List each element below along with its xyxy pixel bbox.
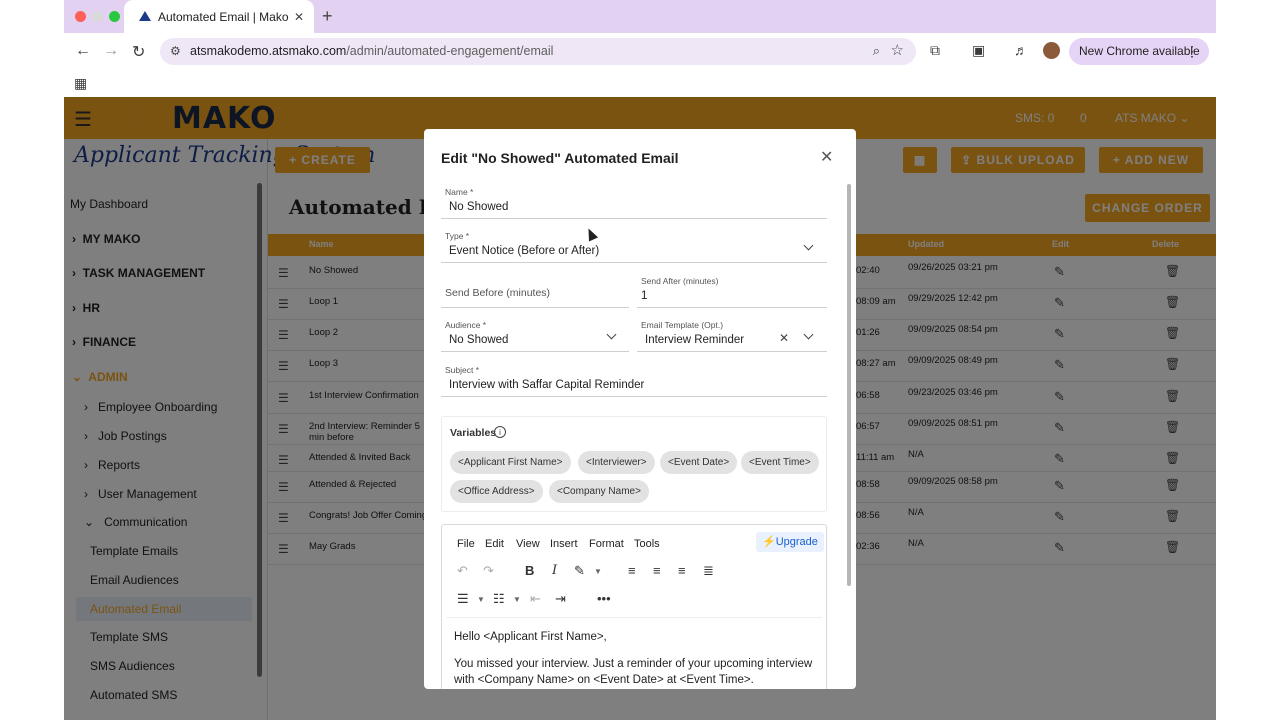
edit-automated-email-dialog: Edit "No Showed" Automated Email ✕ Name …: [424, 129, 856, 689]
new-tab-button[interactable]: +: [322, 6, 333, 27]
variable-chip[interactable]: <Event Date>: [660, 451, 738, 474]
chrome-menu-icon[interactable]: ⋮: [1185, 38, 1199, 65]
send-after-value: 1: [641, 290, 648, 302]
audience-value: No Showed: [449, 334, 509, 346]
media-control-icon[interactable]: ♬: [1014, 42, 1028, 58]
mako-favicon-icon: [139, 11, 151, 21]
tab-title: Automated Email | Mako: [158, 10, 289, 24]
variables-title: Variables: [450, 427, 497, 439]
bookmark-star-icon[interactable]: ☆: [891, 41, 904, 59]
variable-chip[interactable]: <Event Time>: [741, 451, 819, 474]
chevron-down-icon[interactable]: ▼: [594, 567, 602, 576]
align-justify-icon[interactable]: ≣: [703, 563, 714, 579]
outdent-icon[interactable]: ⇤: [530, 591, 541, 607]
bullet-list-icon[interactable]: ☰: [457, 591, 469, 607]
address-bar[interactable]: ⚙ atsmakodemo.atsmako.com/admin/automate…: [160, 38, 916, 65]
email-template-label: Email Template (Opt.): [641, 320, 724, 330]
extensions-puzzle-icon[interactable]: ⧉: [930, 42, 940, 59]
more-options-icon[interactable]: •••: [597, 591, 611, 606]
name-field[interactable]: Name * No Showed: [441, 187, 827, 219]
tab-strip: Automated Email | Mako ✕ +: [64, 0, 1216, 33]
audience-select[interactable]: Audience * No Showed: [441, 320, 629, 352]
variable-chip[interactable]: <Interviewer>: [578, 451, 655, 474]
chevron-down-icon[interactable]: [606, 329, 617, 340]
editor-content[interactable]: Hello <Applicant First Name>, You missed…: [454, 629, 816, 689]
type-select[interactable]: Type * Event Notice (Before or After): [441, 231, 827, 263]
editor-menu-tools[interactable]: Tools: [634, 538, 660, 550]
clear-icon[interactable]: ✕: [779, 331, 789, 345]
email-body-text: You missed your interview. Just a remind…: [454, 658, 813, 686]
zoom-icon[interactable]: ⌕: [873, 43, 880, 59]
chevron-down-icon[interactable]: [803, 240, 814, 251]
editor-menu-view[interactable]: View: [516, 538, 540, 550]
tab-close-icon[interactable]: ✕: [294, 10, 304, 24]
editor-divider: [446, 617, 822, 618]
chevron-down-icon[interactable]: ▼: [477, 595, 485, 604]
bookmarks-bar: ▦: [64, 69, 1216, 97]
highlight-color-icon[interactable]: ✎: [574, 563, 585, 579]
chrome-update-button[interactable]: New Chrome available ⋮: [1069, 38, 1209, 65]
chrome-update-label: New Chrome available: [1079, 44, 1200, 58]
undo-icon[interactable]: ↶: [457, 563, 468, 579]
info-icon[interactable]: i: [494, 426, 506, 438]
rich-text-editor: File Edit View Insert Format Tools ⚡Upgr…: [441, 524, 827, 689]
email-template-value: Interview Reminder: [645, 334, 745, 346]
type-label: Type *: [445, 231, 470, 241]
browser-toolbar: ← → ↻ ⚙ atsmakodemo.atsmako.com/admin/au…: [64, 33, 1216, 69]
variable-chip[interactable]: <Office Address>: [450, 480, 543, 503]
apps-grid-icon[interactable]: ▦: [74, 75, 87, 92]
url-path: /admin/automated-engagement/email: [346, 44, 554, 58]
send-before-field[interactable]: Send Before (minutes): [441, 276, 629, 308]
editor-menu-insert[interactable]: Insert: [550, 538, 578, 550]
screen: Automated Email | Mako ✕ + ← → ↻ ⚙ atsma…: [0, 0, 1280, 720]
close-icon[interactable]: ✕: [820, 147, 833, 167]
indent-icon[interactable]: ⇥: [555, 591, 566, 607]
name-label: Name *: [445, 187, 474, 197]
subject-field[interactable]: Subject * Interview with Saffar Capital …: [441, 365, 827, 397]
email-greeting: Hello <Applicant First Name>,: [454, 631, 607, 643]
profile-avatar[interactable]: [1043, 42, 1060, 59]
url-host: atsmakodemo.atsmako.com: [190, 44, 347, 58]
search-tab-icon[interactable]: ▣: [972, 42, 985, 59]
back-arrow-icon[interactable]: ←: [75, 42, 91, 60]
email-template-select[interactable]: Email Template (Opt.) Interview Reminder…: [637, 320, 827, 352]
maximize-window-button[interactable]: [109, 11, 120, 22]
dialog-scrollbar[interactable]: [847, 184, 851, 586]
site-settings-icon[interactable]: ⚙: [170, 44, 181, 58]
variables-panel: Variables i <Applicant First Name> <Inte…: [441, 416, 827, 512]
subject-label: Subject *: [445, 365, 480, 375]
bold-icon[interactable]: B: [525, 563, 534, 578]
numbered-list-icon[interactable]: ☷: [493, 591, 505, 607]
align-left-icon[interactable]: ≡: [628, 563, 636, 578]
close-window-button[interactable]: [75, 11, 86, 22]
active-tab[interactable]: Automated Email | Mako ✕: [124, 0, 314, 33]
editor-menu-edit[interactable]: Edit: [485, 538, 504, 550]
chevron-down-icon[interactable]: [803, 329, 814, 340]
align-center-icon[interactable]: ≡: [653, 563, 661, 578]
send-after-field[interactable]: Send After (minutes) 1: [637, 276, 827, 308]
upgrade-button[interactable]: ⚡Upgrade: [756, 532, 824, 552]
redo-icon[interactable]: ↷: [483, 563, 494, 579]
chevron-down-icon[interactable]: ▼: [513, 595, 521, 604]
audience-label: Audience *: [445, 320, 487, 330]
name-value: No Showed: [449, 201, 509, 213]
dialog-title: Edit "No Showed" Automated Email: [441, 150, 679, 166]
send-after-label: Send After (minutes): [641, 276, 719, 286]
italic-icon[interactable]: I: [552, 563, 557, 578]
variable-chip[interactable]: <Applicant First Name>: [450, 451, 571, 474]
variable-chip[interactable]: <Company Name>: [549, 480, 649, 503]
editor-menu-file[interactable]: File: [457, 538, 475, 550]
subject-value: Interview with Saffar Capital Reminder: [449, 379, 645, 391]
minimize-window-button[interactable]: [92, 11, 103, 22]
send-before-placeholder: Send Before (minutes): [445, 287, 551, 299]
editor-menu-format[interactable]: Format: [589, 538, 624, 550]
desktop-left-margin: [0, 0, 64, 720]
browser-window: Automated Email | Mako ✕ + ← → ↻ ⚙ atsma…: [64, 0, 1216, 97]
desktop-right-margin: [1216, 0, 1280, 720]
address-url: atsmakodemo.atsmako.com/admin/automated-…: [190, 44, 553, 58]
type-value: Event Notice (Before or After): [449, 245, 600, 257]
forward-arrow-icon[interactable]: →: [103, 42, 119, 60]
align-right-icon[interactable]: ≡: [678, 563, 686, 578]
reload-icon[interactable]: ↻: [132, 42, 145, 62]
